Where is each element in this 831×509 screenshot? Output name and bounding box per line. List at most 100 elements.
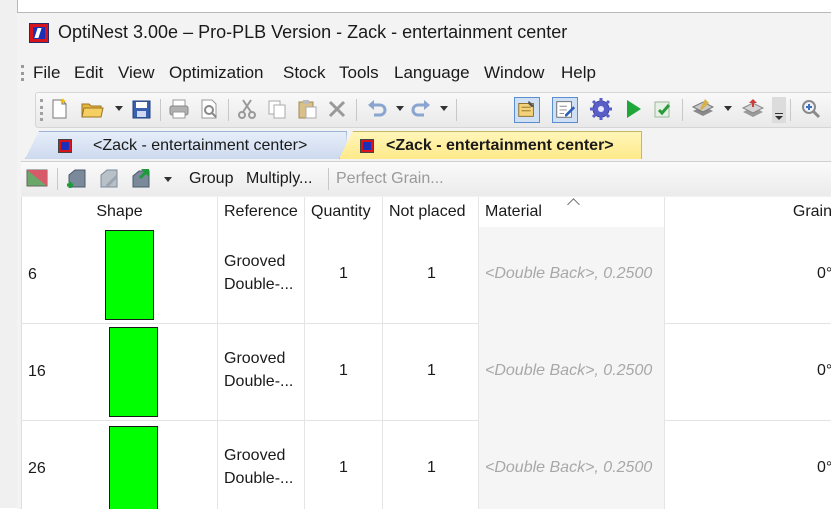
grain-cell: 0°	[665, 324, 831, 421]
menu-tools[interactable]: Tools	[339, 63, 379, 83]
redo-dropdown-arrow-icon[interactable]	[440, 106, 448, 111]
edit-parts-icon[interactable]	[552, 97, 578, 123]
column-header-shape[interactable]: Shape	[22, 197, 218, 227]
reference-cell: Grooved Double-...	[218, 421, 305, 509]
multiply-button[interactable]: Multiply...	[246, 170, 312, 188]
run-optimization-icon[interactable]	[620, 97, 646, 123]
layer-tool-icon[interactable]	[690, 97, 716, 123]
quantity-value: 1	[339, 459, 348, 476]
undo-dropdown-arrow-icon[interactable]	[396, 106, 404, 111]
print-preview-icon[interactable]	[196, 97, 222, 123]
toolbar-separator	[356, 99, 357, 121]
perfect-grain-button[interactable]: Perfect Grain...	[336, 170, 444, 188]
reference-cell: Grooved Double-...	[218, 227, 305, 324]
stack-tool-icon[interactable]	[740, 97, 766, 123]
toolbar-separator	[456, 99, 457, 121]
copy-icon[interactable]	[264, 97, 290, 123]
toolbar-separator	[790, 99, 791, 121]
part-shape-preview	[105, 230, 154, 320]
quantity-cell: 1	[305, 421, 383, 509]
menu-view[interactable]: View	[118, 63, 155, 83]
tab-document-active[interactable]: <Zack - entertainment center>	[339, 131, 642, 159]
reference-line1: Grooved	[224, 447, 286, 464]
delete-icon[interactable]	[324, 97, 350, 123]
parts-toolbar: Group Multiply... Perfect Grain...	[21, 161, 831, 196]
parts-grid: Shape Reference Quantity Not placed Mate…	[21, 197, 831, 509]
shape-cell: 26	[22, 421, 218, 509]
tab-document-inactive[interactable]: <Zack - entertainment center>	[25, 131, 347, 159]
menu-stock[interactable]: Stock	[283, 63, 326, 83]
shape-cell: 16	[22, 324, 218, 421]
grain-cell: 0°	[665, 421, 831, 509]
table-row[interactable]: 6 Grooved Double-... 1 1 <Double Back>, …	[22, 227, 831, 324]
not-placed-cell: 1	[383, 324, 479, 421]
column-header-reference[interactable]: Reference	[218, 197, 305, 227]
toolbar-separator	[228, 99, 229, 121]
background-window-edge	[0, 0, 18, 508]
save-icon[interactable]	[128, 97, 154, 123]
part-id: 26	[28, 460, 46, 477]
reference-line1: Grooved	[224, 253, 286, 270]
reference-line2: Double-...	[224, 373, 294, 390]
reference-line2: Double-...	[224, 276, 294, 293]
menu-optimization[interactable]: Optimization	[169, 63, 263, 83]
redo-icon[interactable]	[408, 97, 434, 123]
import-dropdown-arrow-icon[interactable]	[161, 167, 175, 191]
part-id: 16	[28, 363, 46, 380]
menu-grip-handle[interactable]	[21, 65, 24, 81]
part-shape-preview	[109, 426, 158, 509]
column-header-not-placed[interactable]: Not placed	[383, 197, 479, 227]
menu-file[interactable]: File	[33, 63, 60, 83]
part-shape-preview	[109, 327, 158, 417]
material-value: <Double Back>, 0.2500	[485, 362, 653, 379]
menu-help[interactable]: Help	[561, 63, 596, 83]
not-placed-cell: 1	[383, 421, 479, 509]
import-parts-icon[interactable]	[129, 167, 153, 191]
title-bar[interactable]: OptiNest 3.00e – Pro-PLB Version - Zack …	[17, 13, 831, 57]
main-toolbar	[35, 92, 831, 128]
quantity-value: 1	[339, 362, 348, 379]
grain-value: 0°	[817, 362, 831, 379]
menu-edit[interactable]: Edit	[74, 63, 103, 83]
toolbar-grip-handle[interactable]	[40, 99, 43, 121]
zoom-in-icon[interactable]	[798, 97, 824, 123]
table-row[interactable]: 16 Grooved Double-... 1 1 <Double Back>,…	[22, 324, 831, 421]
document-tab-strip: <Zack - entertainment center> <Zack - en…	[17, 128, 831, 160]
toolbar-separator	[328, 168, 329, 190]
column-header-grain[interactable]: Grain	[665, 197, 831, 227]
undo-icon[interactable]	[364, 97, 390, 123]
edit-part-icon[interactable]	[97, 167, 121, 191]
not-placed-value: 1	[427, 459, 436, 476]
stock-properties-icon[interactable]	[514, 97, 540, 123]
toolbar-separator	[160, 99, 161, 121]
material-cell: <Double Back>, 0.2500	[479, 421, 665, 509]
toolbar-separator	[682, 99, 683, 121]
layer-dropdown-arrow-icon[interactable]	[724, 106, 732, 111]
window-title: OptiNest 3.00e – Pro-PLB Version - Zack …	[58, 22, 568, 42]
check-icon[interactable]	[650, 97, 676, 123]
settings-gear-icon[interactable]	[588, 97, 614, 123]
material-cell: <Double Back>, 0.2500	[479, 227, 665, 324]
table-row[interactable]: 26 Grooved Double-... 1 1 <Double Back>,…	[22, 421, 831, 509]
optinest-logo-icon[interactable]	[29, 23, 49, 43]
paste-icon[interactable]	[294, 97, 320, 123]
not-placed-cell: 1	[383, 227, 479, 324]
quantity-value: 1	[339, 265, 348, 282]
toolbar-overflow-button[interactable]	[772, 97, 786, 123]
print-icon[interactable]	[166, 97, 192, 123]
material-cell: <Double Back>, 0.2500	[479, 324, 665, 421]
reference-cell: Grooved Double-...	[218, 324, 305, 421]
menu-language[interactable]: Language	[394, 63, 470, 83]
open-folder-icon[interactable]	[80, 97, 106, 123]
grain-value: 0°	[817, 459, 831, 476]
quantity-cell: 1	[305, 324, 383, 421]
cut-icon[interactable]	[234, 97, 260, 123]
group-button[interactable]: Group	[189, 170, 233, 188]
color-view-icon[interactable]	[25, 167, 49, 191]
add-part-icon[interactable]	[65, 167, 89, 191]
new-document-icon[interactable]	[46, 97, 72, 123]
reference-line2: Double-...	[224, 470, 294, 487]
menu-window[interactable]: Window	[484, 63, 544, 83]
column-header-quantity[interactable]: Quantity	[305, 197, 383, 227]
open-dropdown-arrow-icon[interactable]	[115, 106, 123, 111]
